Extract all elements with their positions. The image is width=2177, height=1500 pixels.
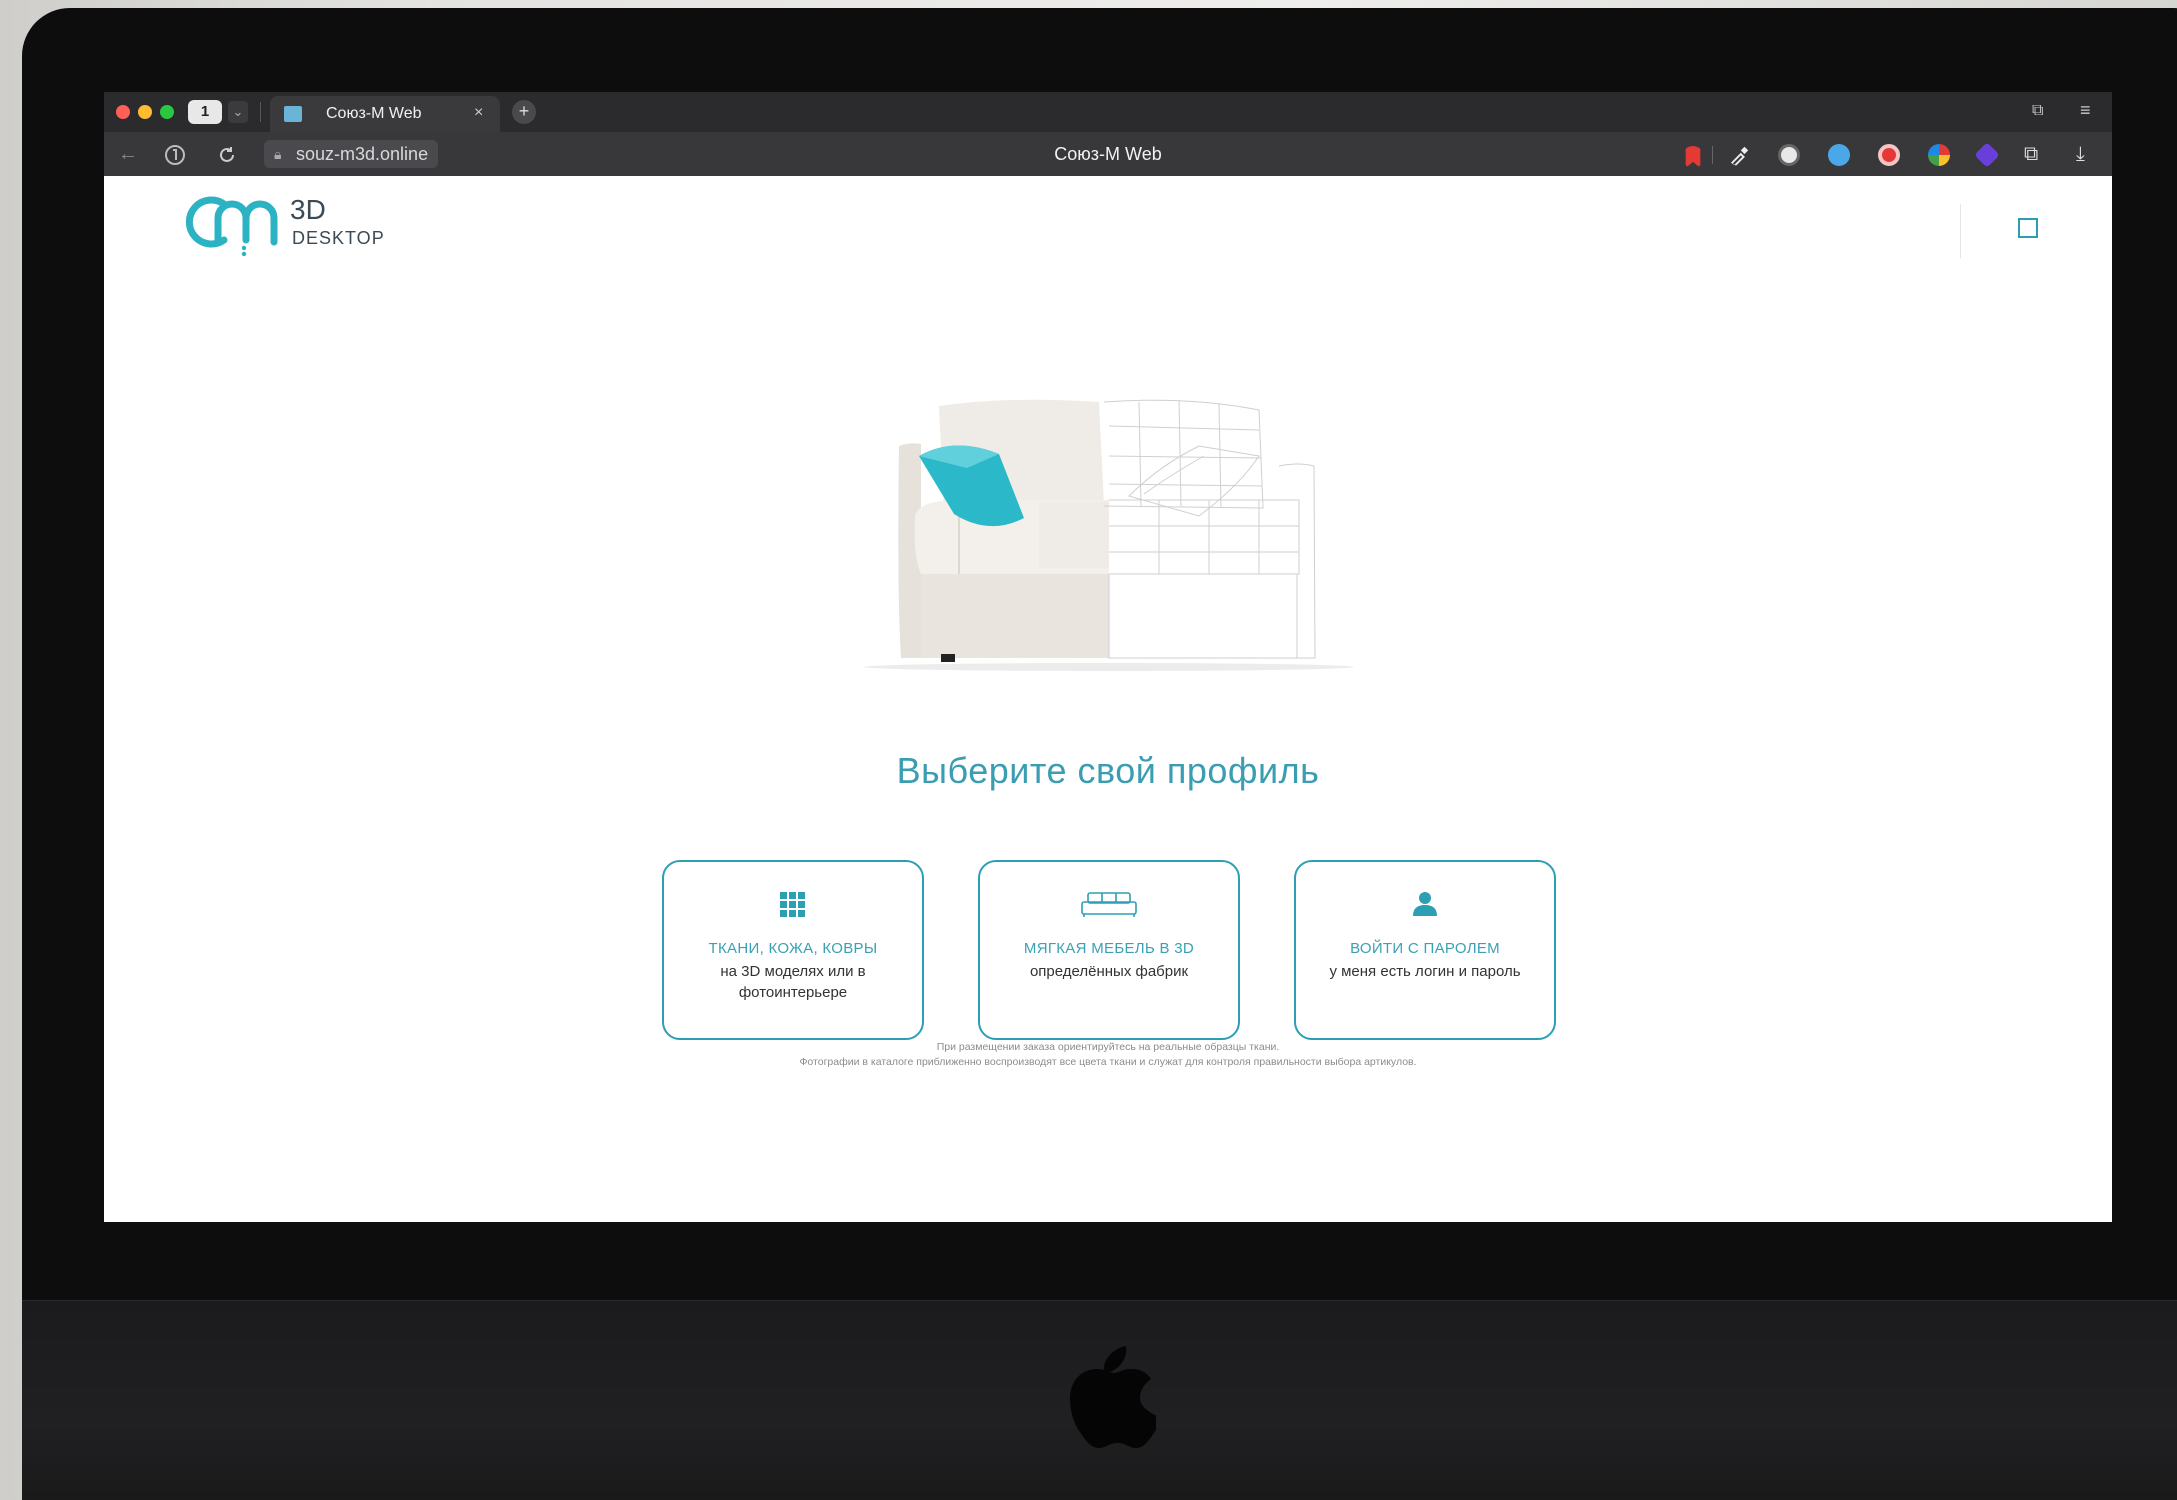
color-wheel-icon[interactable]	[1928, 144, 1950, 166]
logo-3d-text: 3D	[290, 194, 326, 225]
tab-active[interactable]: Союз-М Web ×	[270, 96, 500, 132]
reload-icon[interactable]	[216, 144, 238, 166]
apple-logo-icon	[1070, 1346, 1156, 1448]
tab-bar: 1 ⌄ Союз-М Web × + ⧉ ≡	[104, 92, 2112, 132]
tab-title: Союз-М Web	[326, 105, 422, 122]
record-icon[interactable]	[1878, 144, 1900, 166]
close-window-button[interactable]	[116, 105, 130, 119]
minimize-window-button[interactable]	[138, 105, 152, 119]
speedometer-icon[interactable]	[1778, 144, 1800, 166]
sofa-icon	[1081, 892, 1137, 917]
download-icon[interactable]: ⤓	[2076, 142, 2085, 166]
user-icon	[1413, 892, 1437, 916]
url-text: souz-m3d.online	[296, 144, 429, 164]
address-bar: Союз-М Web ← 🔒︎ souz-m3d.online ⧉ ⤓	[104, 132, 2112, 176]
fps-icon[interactable]	[1828, 144, 1850, 166]
card-title: ВОЙТИ С ПАРОЛЕМ	[1350, 940, 1500, 957]
disclaimer-line-2: Фотографии в каталоге приближенно воспро…	[799, 1056, 1417, 1068]
lock-icon: 🔒︎	[274, 146, 282, 162]
page-title: Выберите свой профиль	[896, 750, 1320, 791]
tab-divider	[260, 102, 261, 122]
tab-close-button[interactable]: ×	[474, 104, 483, 122]
profile-card-furniture[interactable]: МЯГКАЯ МЕБЕЛЬ В 3D определённых фабрик	[978, 860, 1240, 1040]
card-subtitle: у меня есть логин и пароль	[1329, 963, 1521, 980]
disclaimer-text: При размещении заказа ориентируйтесь на …	[104, 1040, 2112, 1070]
extensions-icon[interactable]: ⧉	[2024, 142, 2038, 166]
profile-card-login[interactable]: ВОЙТИ С ПАРОЛЕМ у меня есть логин и паро…	[1294, 860, 1556, 1040]
favicon-icon	[284, 106, 302, 122]
card-title: ТКАНИ, КОЖА, КОВРЫ	[708, 940, 878, 957]
browser-window: 1 ⌄ Союз-М Web × + ⧉ ≡ Союз-М Web ← 🔒︎ s…	[104, 92, 2112, 1222]
new-tab-button[interactable]: +	[512, 100, 536, 124]
header-divider	[1960, 204, 1961, 258]
card-title: МЯГКАЯ МЕБЕЛЬ В 3D	[1023, 940, 1195, 957]
grid-icon	[780, 892, 805, 917]
logo-desktop-text: DESKTOP	[292, 228, 385, 248]
extension-diamond-icon[interactable]	[1974, 142, 2000, 168]
card-subtitle: на 3D моделях или в фотоинтерьере	[720, 963, 866, 1001]
maximize-window-button[interactable]	[160, 105, 174, 119]
square-menu-icon[interactable]	[2018, 218, 2038, 238]
back-arrow-icon[interactable]: ←	[118, 142, 138, 166]
sofa-illustration	[864, 399, 1354, 671]
tab-counter-badge[interactable]: 1	[188, 100, 222, 124]
url-field[interactable]: 🔒︎ souz-m3d.online	[264, 140, 439, 168]
tabs-overview-icon[interactable]: ⧉	[2032, 102, 2043, 120]
logo-icon[interactable]	[178, 192, 288, 256]
chevron-down-icon[interactable]: ⌄	[228, 101, 248, 123]
profile-card-fabrics[interactable]: ТКАНИ, КОЖА, КОВРЫ на 3D моделях или в ф…	[662, 860, 924, 1040]
yandex-icon[interactable]	[164, 144, 186, 166]
bookmark-icon[interactable]	[1682, 146, 1704, 168]
disclaimer-line-1: При размещении заказа ориентируйтесь на …	[936, 1041, 1280, 1053]
toolbar-divider	[1712, 146, 1713, 164]
card-subtitle: определённых фабрик	[1029, 963, 1189, 980]
page-content: 3D DESKTOP Выберите свой профиль ТКАНИ, …	[104, 176, 2112, 1222]
eyedropper-icon[interactable]	[1728, 144, 1750, 166]
menu-icon[interactable]: ≡	[2080, 100, 2091, 121]
